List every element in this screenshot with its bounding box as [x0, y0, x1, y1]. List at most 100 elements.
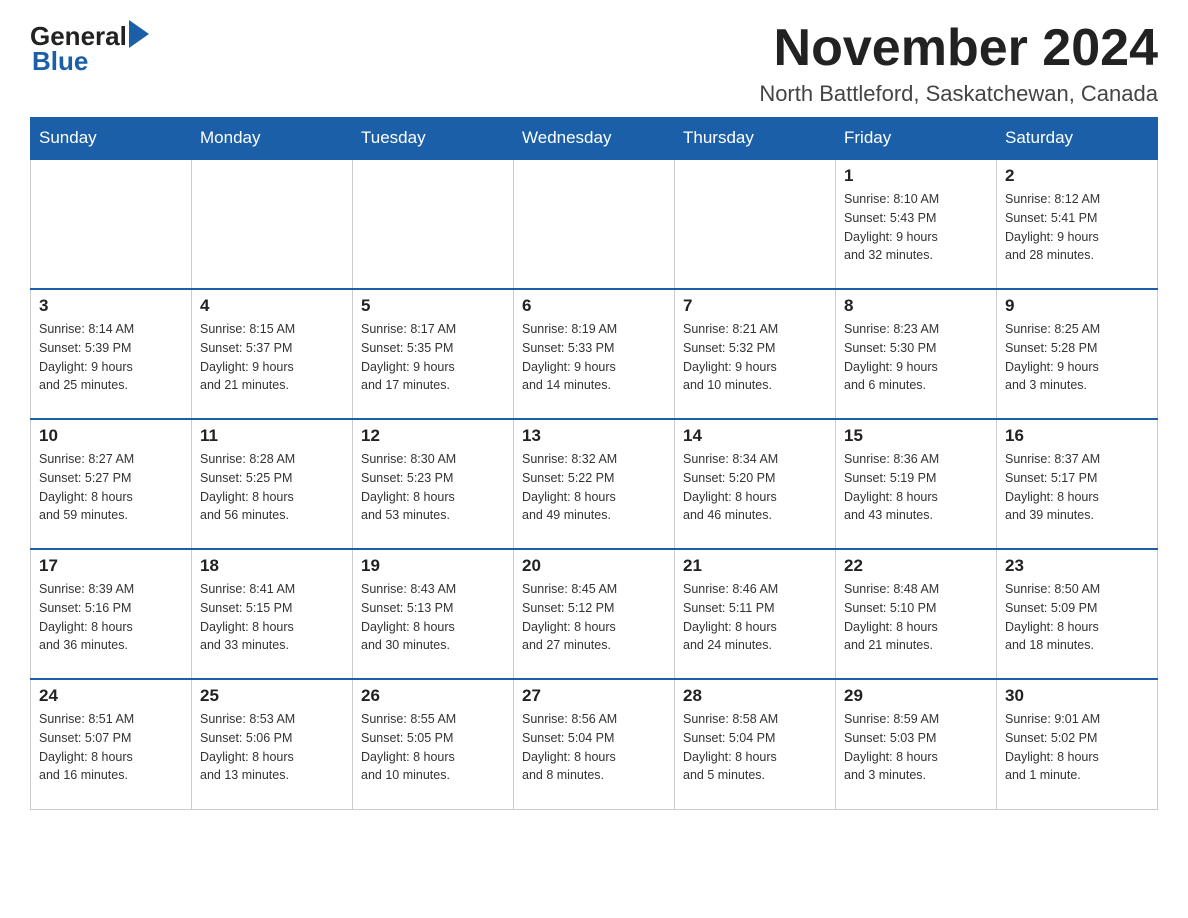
- calendar-cell: 17 Sunrise: 8:39 AM Sunset: 5:16 PM Dayli…: [31, 549, 192, 679]
- calendar-cell: 19 Sunrise: 8:43 AM Sunset: 5:13 PM Dayli…: [353, 549, 514, 679]
- calendar-cell: 12 Sunrise: 8:30 AM Sunset: 5:23 PM Dayli…: [353, 419, 514, 549]
- day-info: Sunrise: 8:15 AM Sunset: 5:37 PM Dayligh…: [200, 320, 344, 395]
- calendar-cell: 16 Sunrise: 8:37 AM Sunset: 5:17 PM Dayli…: [997, 419, 1158, 549]
- calendar-cell: 24 Sunrise: 8:51 AM Sunset: 5:07 PM Dayli…: [31, 679, 192, 809]
- day-number: 14: [683, 426, 827, 446]
- calendar-cell: 21 Sunrise: 8:46 AM Sunset: 5:11 PM Dayli…: [675, 549, 836, 679]
- calendar-cell: [31, 159, 192, 289]
- calendar-cell: 11 Sunrise: 8:28 AM Sunset: 5:25 PM Dayli…: [192, 419, 353, 549]
- calendar-cell: 30 Sunrise: 9:01 AM Sunset: 5:02 PM Dayli…: [997, 679, 1158, 809]
- day-number: 25: [200, 686, 344, 706]
- day-number: 4: [200, 296, 344, 316]
- day-info: Sunrise: 8:55 AM Sunset: 5:05 PM Dayligh…: [361, 710, 505, 785]
- calendar-cell: 28 Sunrise: 8:58 AM Sunset: 5:04 PM Dayli…: [675, 679, 836, 809]
- day-info: Sunrise: 8:41 AM Sunset: 5:15 PM Dayligh…: [200, 580, 344, 655]
- day-info: Sunrise: 8:14 AM Sunset: 5:39 PM Dayligh…: [39, 320, 183, 395]
- day-number: 26: [361, 686, 505, 706]
- day-number: 10: [39, 426, 183, 446]
- title-block: November 2024 North Battleford, Saskatch…: [759, 20, 1158, 107]
- day-number: 21: [683, 556, 827, 576]
- day-number: 6: [522, 296, 666, 316]
- day-info: Sunrise: 8:19 AM Sunset: 5:33 PM Dayligh…: [522, 320, 666, 395]
- day-number: 16: [1005, 426, 1149, 446]
- day-number: 2: [1005, 166, 1149, 186]
- day-info: Sunrise: 8:34 AM Sunset: 5:20 PM Dayligh…: [683, 450, 827, 525]
- calendar-cell: 18 Sunrise: 8:41 AM Sunset: 5:15 PM Dayli…: [192, 549, 353, 679]
- day-number: 28: [683, 686, 827, 706]
- calendar-cell: 27Sunrise: 8:56 AM Sunset: 5:04 PM Dayli…: [514, 679, 675, 809]
- day-info: Sunrise: 8:39 AM Sunset: 5:16 PM Dayligh…: [39, 580, 183, 655]
- logo-arrow-icon: [129, 20, 149, 48]
- day-number: 18: [200, 556, 344, 576]
- day-info: Sunrise: 8:53 AM Sunset: 5:06 PM Dayligh…: [200, 710, 344, 785]
- calendar-cell: 13Sunrise: 8:32 AM Sunset: 5:22 PM Dayli…: [514, 419, 675, 549]
- day-number: 11: [200, 426, 344, 446]
- day-info: Sunrise: 8:45 AM Sunset: 5:12 PM Dayligh…: [522, 580, 666, 655]
- day-number: 30: [1005, 686, 1149, 706]
- calendar-cell: 23 Sunrise: 8:50 AM Sunset: 5:09 PM Dayli…: [997, 549, 1158, 679]
- day-info: Sunrise: 8:37 AM Sunset: 5:17 PM Dayligh…: [1005, 450, 1149, 525]
- day-info: Sunrise: 8:43 AM Sunset: 5:13 PM Dayligh…: [361, 580, 505, 655]
- day-number: 13: [522, 426, 666, 446]
- calendar-cell: 26 Sunrise: 8:55 AM Sunset: 5:05 PM Dayli…: [353, 679, 514, 809]
- calendar-cell: 10 Sunrise: 8:27 AM Sunset: 5:27 PM Dayli…: [31, 419, 192, 549]
- day-info: Sunrise: 8:12 AM Sunset: 5:41 PM Dayligh…: [1005, 190, 1149, 265]
- day-number: 19: [361, 556, 505, 576]
- calendar-header-saturday: Saturday: [997, 118, 1158, 160]
- calendar-cell: 15Sunrise: 8:36 AM Sunset: 5:19 PM Dayli…: [836, 419, 997, 549]
- day-number: 22: [844, 556, 988, 576]
- page-header: General Blue November 2024 North Battlef…: [30, 20, 1158, 107]
- day-info: Sunrise: 8:58 AM Sunset: 5:04 PM Dayligh…: [683, 710, 827, 785]
- day-number: 29: [844, 686, 988, 706]
- calendar-week-2: 3 Sunrise: 8:14 AM Sunset: 5:39 PM Daylig…: [31, 289, 1158, 419]
- day-info: Sunrise: 8:30 AM Sunset: 5:23 PM Dayligh…: [361, 450, 505, 525]
- day-info: Sunrise: 8:50 AM Sunset: 5:09 PM Dayligh…: [1005, 580, 1149, 655]
- calendar-cell: 14 Sunrise: 8:34 AM Sunset: 5:20 PM Dayli…: [675, 419, 836, 549]
- day-number: 12: [361, 426, 505, 446]
- day-number: 17: [39, 556, 183, 576]
- day-info: Sunrise: 8:27 AM Sunset: 5:27 PM Dayligh…: [39, 450, 183, 525]
- day-number: 3: [39, 296, 183, 316]
- calendar-cell: 29Sunrise: 8:59 AM Sunset: 5:03 PM Dayli…: [836, 679, 997, 809]
- day-number: 23: [1005, 556, 1149, 576]
- calendar-cell: [514, 159, 675, 289]
- calendar-cell: 8Sunrise: 8:23 AM Sunset: 5:30 PM Daylig…: [836, 289, 997, 419]
- day-number: 24: [39, 686, 183, 706]
- day-info: Sunrise: 8:25 AM Sunset: 5:28 PM Dayligh…: [1005, 320, 1149, 395]
- calendar-header-tuesday: Tuesday: [353, 118, 514, 160]
- calendar-header-row: SundayMondayTuesdayWednesdayThursdayFrid…: [31, 118, 1158, 160]
- calendar-week-3: 10 Sunrise: 8:27 AM Sunset: 5:27 PM Dayli…: [31, 419, 1158, 549]
- logo-blue-text: Blue: [30, 46, 88, 77]
- calendar-table: SundayMondayTuesdayWednesdayThursdayFrid…: [30, 117, 1158, 810]
- day-info: Sunrise: 9:01 AM Sunset: 5:02 PM Dayligh…: [1005, 710, 1149, 785]
- calendar-header-monday: Monday: [192, 118, 353, 160]
- day-info: Sunrise: 8:51 AM Sunset: 5:07 PM Dayligh…: [39, 710, 183, 785]
- calendar-cell: [192, 159, 353, 289]
- day-number: 20: [522, 556, 666, 576]
- location-title: North Battleford, Saskatchewan, Canada: [759, 81, 1158, 107]
- logo: General Blue: [30, 20, 149, 77]
- calendar-header-wednesday: Wednesday: [514, 118, 675, 160]
- day-info: Sunrise: 8:46 AM Sunset: 5:11 PM Dayligh…: [683, 580, 827, 655]
- calendar-cell: 22 Sunrise: 8:48 AM Sunset: 5:10 PM Dayli…: [836, 549, 997, 679]
- day-info: Sunrise: 8:48 AM Sunset: 5:10 PM Dayligh…: [844, 580, 988, 655]
- calendar-cell: 3 Sunrise: 8:14 AM Sunset: 5:39 PM Daylig…: [31, 289, 192, 419]
- day-info: Sunrise: 8:28 AM Sunset: 5:25 PM Dayligh…: [200, 450, 344, 525]
- day-number: 5: [361, 296, 505, 316]
- day-info: Sunrise: 8:36 AM Sunset: 5:19 PM Dayligh…: [844, 450, 988, 525]
- calendar-cell: 5 Sunrise: 8:17 AM Sunset: 5:35 PM Daylig…: [353, 289, 514, 419]
- calendar-cell: 25 Sunrise: 8:53 AM Sunset: 5:06 PM Dayli…: [192, 679, 353, 809]
- day-number: 9: [1005, 296, 1149, 316]
- calendar-header-friday: Friday: [836, 118, 997, 160]
- calendar-cell: 1Sunrise: 8:10 AM Sunset: 5:43 PM Daylig…: [836, 159, 997, 289]
- day-number: 27: [522, 686, 666, 706]
- calendar-week-4: 17 Sunrise: 8:39 AM Sunset: 5:16 PM Dayli…: [31, 549, 1158, 679]
- day-number: 8: [844, 296, 988, 316]
- calendar-cell: 9 Sunrise: 8:25 AM Sunset: 5:28 PM Daylig…: [997, 289, 1158, 419]
- day-info: Sunrise: 8:17 AM Sunset: 5:35 PM Dayligh…: [361, 320, 505, 395]
- day-number: 7: [683, 296, 827, 316]
- calendar-week-5: 24 Sunrise: 8:51 AM Sunset: 5:07 PM Dayli…: [31, 679, 1158, 809]
- calendar-week-1: 1Sunrise: 8:10 AM Sunset: 5:43 PM Daylig…: [31, 159, 1158, 289]
- month-title: November 2024: [759, 20, 1158, 77]
- calendar-cell: 4 Sunrise: 8:15 AM Sunset: 5:37 PM Daylig…: [192, 289, 353, 419]
